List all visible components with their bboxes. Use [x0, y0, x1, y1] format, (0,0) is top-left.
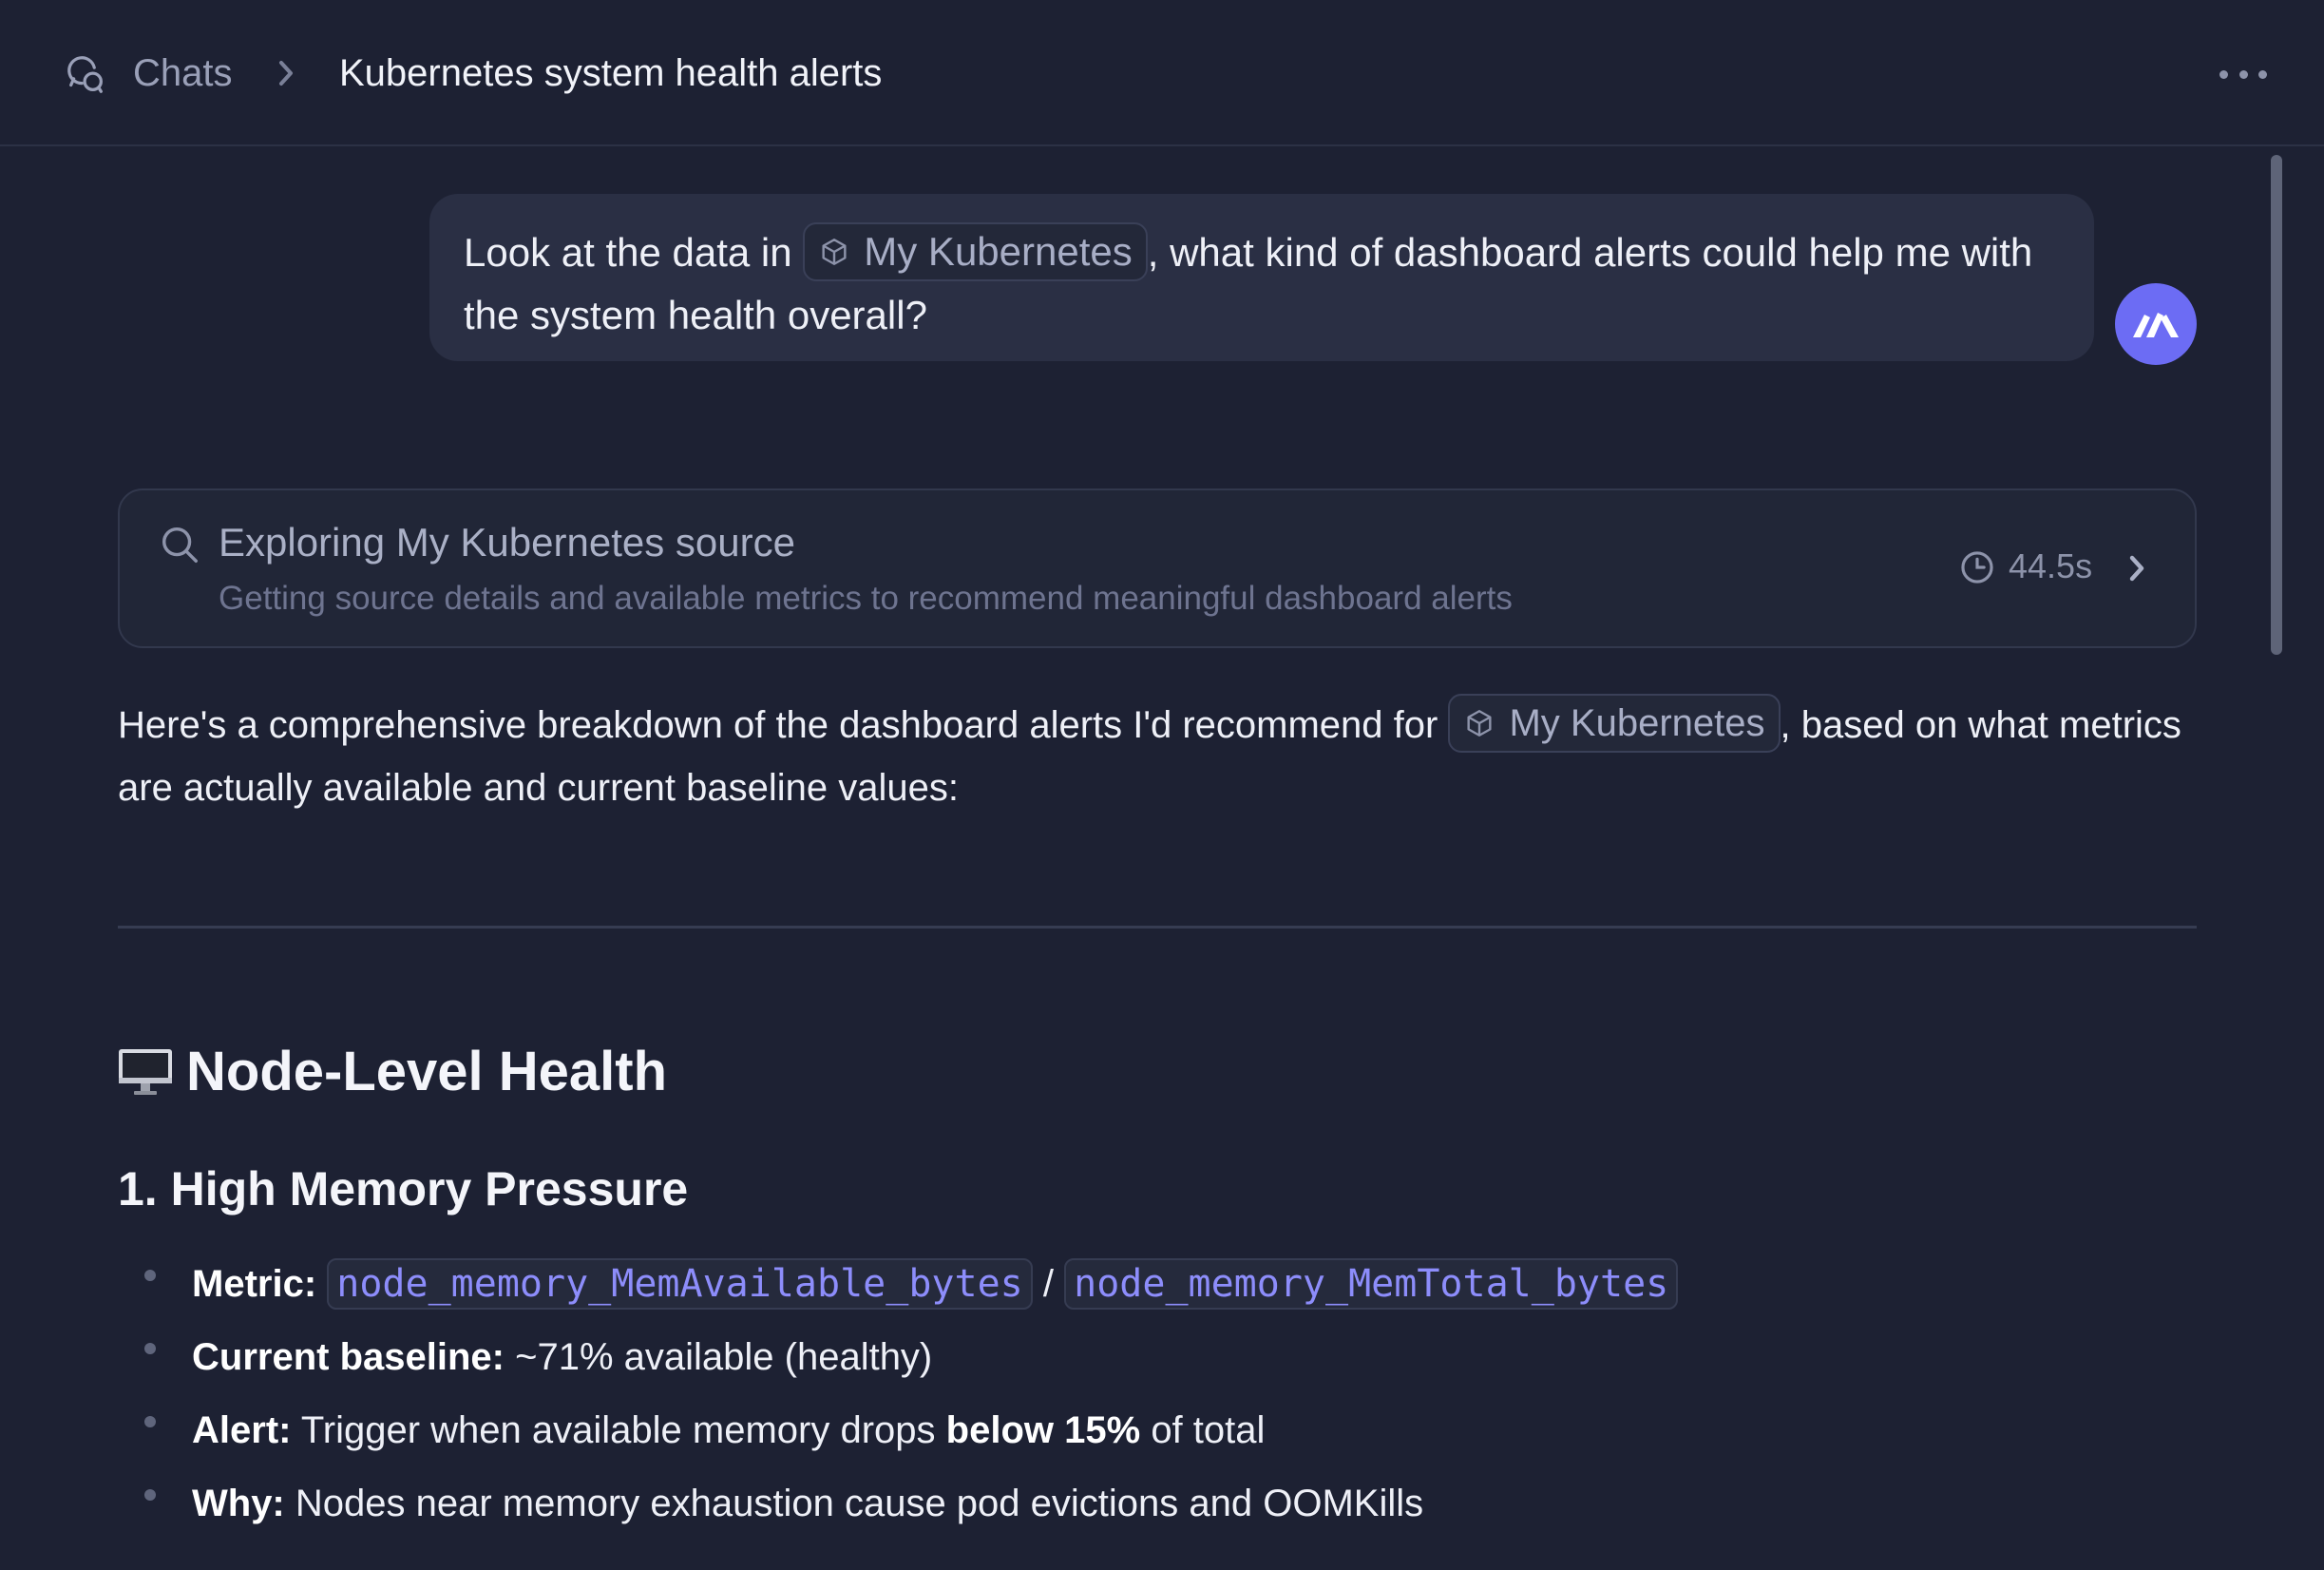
why-label: Why: — [192, 1482, 285, 1524]
metric-label: Metric: — [192, 1262, 317, 1305]
chats-icon[interactable] — [65, 53, 108, 97]
dot-icon — [2258, 69, 2267, 79]
alert-tail: of total — [1151, 1408, 1266, 1451]
baseline-label: Current baseline: — [192, 1335, 505, 1378]
more-options-button[interactable] — [2219, 63, 2267, 86]
list-item: Why: Nodes near memory exhaustion cause … — [143, 1466, 2138, 1540]
alert-text: Trigger when available memory drops — [300, 1408, 936, 1451]
logo-icon — [2133, 313, 2179, 337]
tool-call-subtitle: Getting source details and available met… — [219, 580, 1513, 617]
scrollbar-thumb[interactable] — [2271, 155, 2282, 655]
assistant-response-intro: Here's a comprehensive breakdown of the … — [118, 694, 2208, 819]
page-title: Kubernetes system health alerts — [339, 52, 883, 94]
baseline-text: ~71% available (healthy) — [515, 1335, 933, 1378]
list-item: Alert: Trigger when available memory dro… — [143, 1393, 2138, 1466]
source-chip-label: My Kubernetes — [1509, 702, 1765, 745]
alert-label: Alert: — [192, 1408, 292, 1451]
item-heading: 1. High Memory Pressure — [118, 1162, 689, 1216]
list-item: Metric: node_memory_MemAvailable_bytes /… — [143, 1247, 2138, 1320]
breadcrumb-chats-link[interactable]: Chats — [133, 48, 233, 98]
dot-icon — [2219, 69, 2228, 79]
metric-separator: / — [1042, 1262, 1054, 1305]
cube-icon — [1467, 710, 1493, 737]
desktop-computer-icon — [119, 1049, 172, 1095]
user-message-bubble: Look at the data in My Kubernetes , what… — [429, 194, 2094, 361]
section-heading-text: Node-Level Health — [186, 1041, 667, 1102]
list-item: Current baseline: ~71% available (health… — [143, 1320, 2138, 1393]
chat-header: Chats Kubernetes system health alerts — [0, 0, 2324, 146]
cube-icon — [822, 238, 847, 265]
detail-list: Metric: node_memory_MemAvailable_bytes /… — [143, 1247, 2138, 1540]
search-icon — [162, 527, 198, 563]
code-metric-total: node_memory_MemTotal_bytes — [1064, 1257, 1679, 1310]
intro-text-start: Here's a comprehensive breakdown of the … — [118, 704, 1438, 746]
clock-icon — [1961, 551, 1993, 584]
assistant-avatar — [2115, 283, 2197, 365]
source-chip[interactable]: My Kubernetes — [803, 221, 1148, 281]
tool-call-title: Exploring My Kubernetes source — [219, 520, 795, 565]
section-heading: Node-Level Health — [118, 1036, 667, 1108]
divider — [118, 926, 2197, 929]
source-chip-label: My Kubernetes — [864, 228, 1133, 274]
chevron-right-icon — [2129, 555, 2144, 582]
why-text: Nodes near memory exhaustion cause pod e… — [295, 1482, 1424, 1524]
tool-call-card[interactable]: Exploring My Kubernetes source Getting s… — [118, 488, 2197, 648]
code-metric-available: node_memory_MemAvailable_bytes — [327, 1257, 1033, 1310]
dot-icon — [2238, 69, 2248, 79]
tool-call-duration: 44.5s — [2009, 546, 2093, 585]
source-chip[interactable]: My Kubernetes — [1448, 694, 1781, 754]
alert-threshold: below 15% — [945, 1408, 1141, 1451]
chevron-right-icon — [279, 61, 293, 86]
user-message-text-start: Look at the data in — [464, 230, 792, 275]
